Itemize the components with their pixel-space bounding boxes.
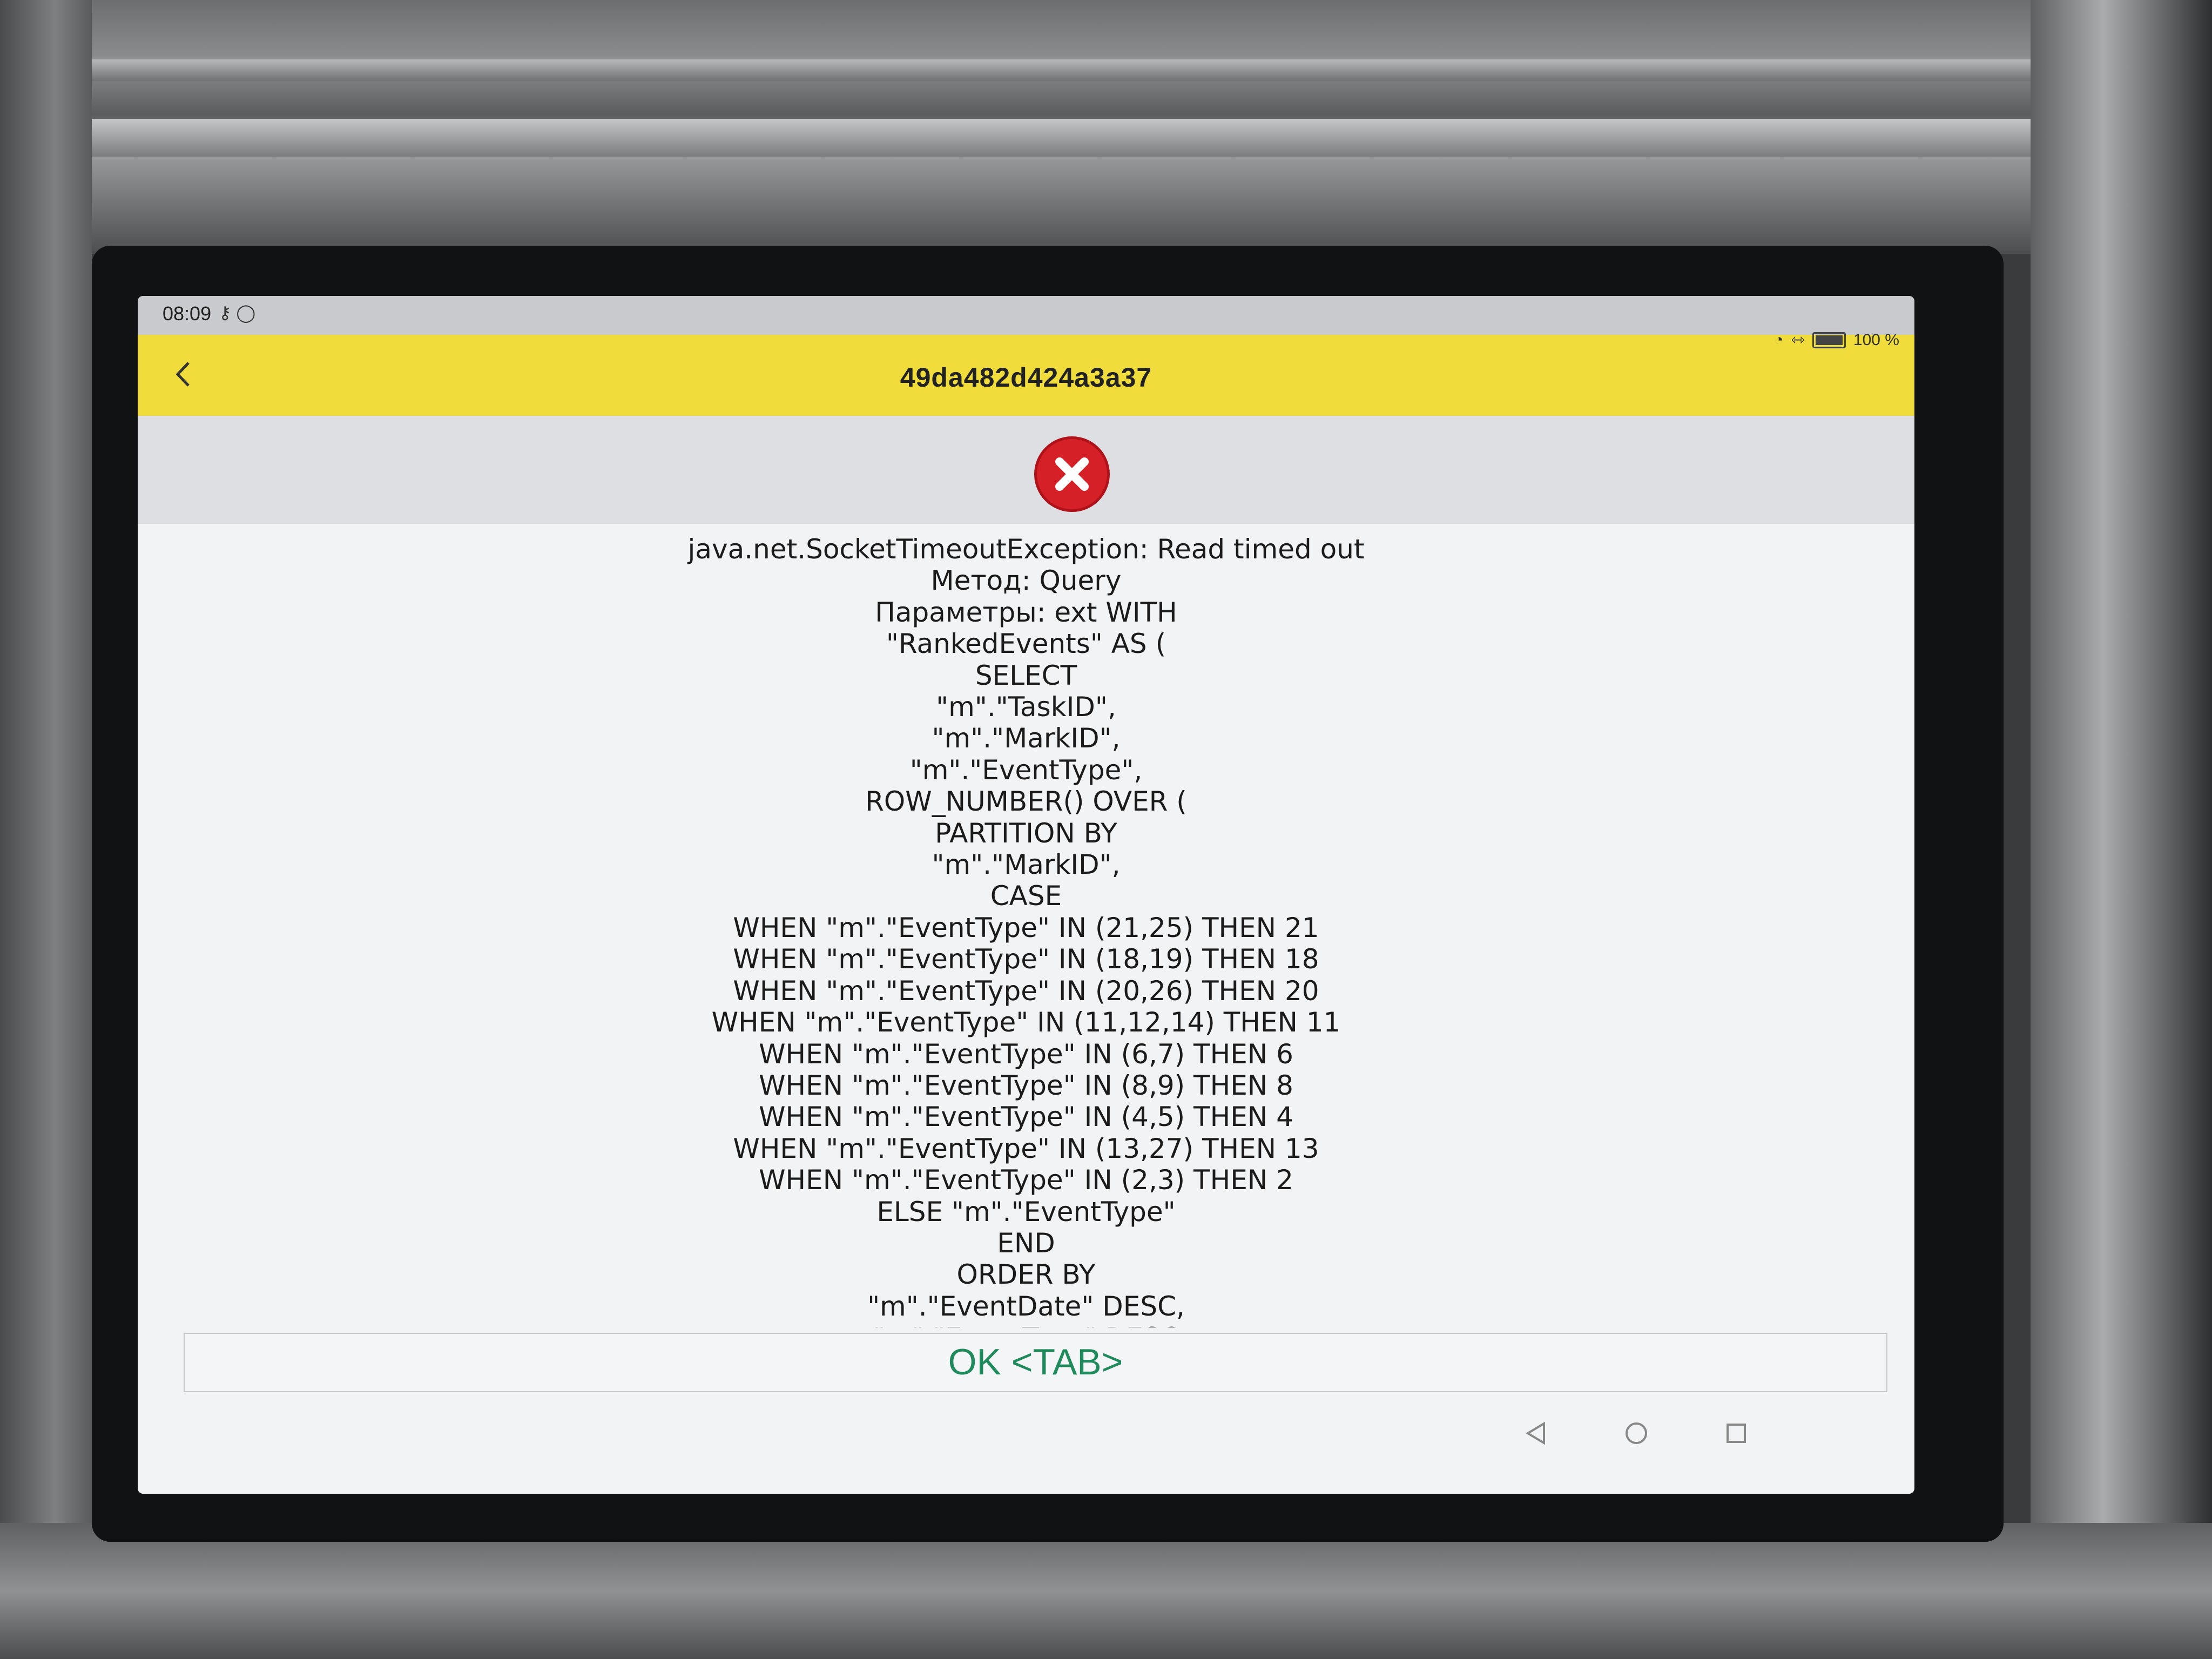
app-header: 49da482d424a3a37 <box>138 335 1914 416</box>
battery-level: 100 % <box>1853 331 1899 349</box>
error-icon-band <box>138 416 1914 524</box>
device-housing-bottom <box>0 1523 2212 1659</box>
error-message-line: WHEN "m"."EventType" IN (8,9) THEN 8 <box>759 1069 1293 1101</box>
network-icon: ⇿ <box>1791 331 1805 349</box>
nav-recent-button[interactable] <box>1720 1417 1752 1449</box>
error-message-line: PARTITION BY <box>935 817 1117 849</box>
key-icon: ⚷ <box>219 303 232 322</box>
error-message-line: WHEN "m"."EventType" IN (20,26) THEN 20 <box>733 975 1319 1007</box>
status-icons-right: ◔ ⇿ 100 % <box>1774 331 1899 349</box>
back-triangle-icon <box>1526 1421 1545 1445</box>
device-housing-left <box>0 0 92 1659</box>
error-message-line: "m"."EventType", <box>909 754 1143 786</box>
navigation-bar <box>138 1403 1914 1468</box>
error-message-line: WHEN "m"."EventType" IN (13,27) THEN 13 <box>733 1132 1319 1164</box>
error-message-line: java.net.SocketTimeoutException: Read ti… <box>687 534 1365 565</box>
nav-back-button[interactable] <box>1520 1417 1553 1449</box>
error-message-line: "m"."EventType" DESC <box>192 1322 1860 1327</box>
error-message-line: ELSE "m"."EventType" <box>876 1196 1176 1228</box>
error-message-line: Метод: Query <box>930 565 1122 597</box>
error-message-line: "RankedEvents" AS ( <box>886 628 1166 660</box>
error-message-line: WHEN "m"."EventType" IN (21,25) THEN 21 <box>733 912 1319 943</box>
nav-home-button[interactable] <box>1620 1417 1653 1449</box>
battery-icon <box>1812 332 1846 348</box>
error-message-line: WHEN "m"."EventType" IN (4,5) THEN 4 <box>759 1101 1293 1133</box>
error-message-line: WHEN "m"."EventType" IN (6,7) THEN 6 <box>759 1038 1293 1070</box>
error-message-line: "m"."EventDate" DESC, <box>867 1290 1185 1322</box>
error-message-line: Параметры: ext WITH <box>875 596 1177 628</box>
ok-button-label: OK <TAB> <box>948 1341 1123 1382</box>
error-message-line: WHEN "m"."EventType" IN (11,12,14) THEN … <box>711 1007 1341 1038</box>
device-housing-right <box>2031 0 2212 1659</box>
housing-rail <box>0 119 2085 157</box>
home-circle-icon <box>1626 1422 1647 1444</box>
housing-rail <box>0 59 2085 81</box>
error-message-line: WHEN "m"."EventType" IN (2,3) THEN 2 <box>759 1164 1293 1196</box>
status-time: 08:09 <box>163 302 212 325</box>
error-message-line: "m"."MarkID", <box>932 723 1121 754</box>
recent-square-icon <box>1727 1424 1746 1443</box>
error-x-icon <box>1034 436 1110 512</box>
error-message-line: "m"."TaskID", <box>936 691 1116 723</box>
tablet-screen: 08:09 ⚷ ◯ 49da482d424a3a37 ◔ ⇿ 100 % jav… <box>138 296 1914 1494</box>
status-icons-left: ⚷ ◯ <box>219 302 255 323</box>
header-title: 49da482d424a3a37 <box>900 362 1152 393</box>
error-message-line: ROW_NUMBER() OVER ( <box>865 786 1187 818</box>
status-bar: 08:09 ⚷ ◯ <box>138 296 1914 335</box>
ok-button[interactable]: OK <TAB> <box>184 1333 1887 1392</box>
sync-icon: ◯ <box>236 303 256 322</box>
error-message-line: WHEN "m"."EventType" IN (18,19) THEN 18 <box>733 943 1319 975</box>
error-message-line: CASE <box>990 880 1062 912</box>
error-message-line: END <box>997 1227 1055 1259</box>
error-message: java.net.SocketTimeoutException: Read ti… <box>192 534 1860 1327</box>
error-message-line: ORDER BY <box>956 1259 1096 1291</box>
error-message-line: "m"."MarkID", <box>932 849 1121 881</box>
error-message-line: SELECT <box>975 659 1077 691</box>
speed-icon: ◔ <box>1773 331 1784 349</box>
